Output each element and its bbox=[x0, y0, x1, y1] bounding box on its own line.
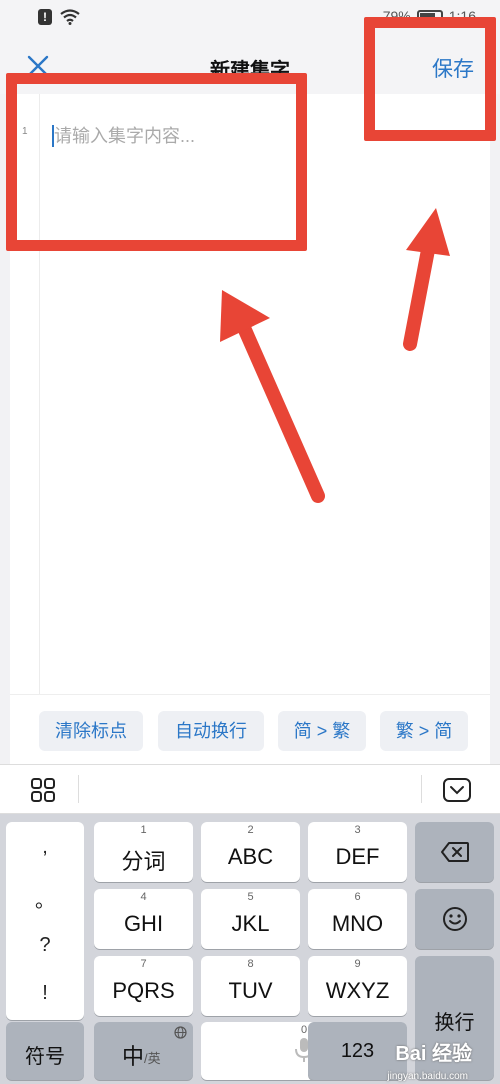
punct-key-comma[interactable]: , bbox=[6, 836, 84, 859]
enter-label: 换行 bbox=[434, 1012, 475, 1034]
key-num: 4 bbox=[140, 891, 147, 903]
keyboard-toolbar bbox=[0, 764, 500, 814]
key-label: TUV bbox=[228, 978, 273, 1003]
key-label: MNO bbox=[331, 911, 384, 936]
key-7[interactable]: 7 PQRS bbox=[94, 956, 193, 1016]
remove-punctuation-button[interactable]: 清除标点 bbox=[39, 711, 143, 751]
punct-key-exclaim[interactable]: ! bbox=[6, 982, 84, 1005]
auto-wrap-button[interactable]: 自动换行 bbox=[158, 711, 264, 751]
key-2[interactable]: 2 ABC bbox=[201, 822, 300, 882]
key-9[interactable]: 9 WXYZ bbox=[308, 956, 407, 1016]
grid-icon[interactable] bbox=[30, 777, 56, 803]
action-bar: 清除标点 自动换行 简 > 繁 繁 > 简 bbox=[10, 694, 490, 764]
key-num: 8 bbox=[247, 958, 254, 970]
key-num: 7 bbox=[140, 958, 147, 970]
traditional-to-simplified-button[interactable]: 繁 > 简 bbox=[380, 711, 468, 751]
language-key[interactable]: 中 /英 bbox=[94, 1022, 193, 1080]
globe-icon bbox=[174, 1026, 187, 1039]
key-label: WXYZ bbox=[325, 978, 390, 1003]
key-4[interactable]: 4 GHI bbox=[94, 889, 193, 949]
key-1[interactable]: 1 分词 bbox=[94, 822, 193, 882]
punct-key-question[interactable]: ? bbox=[6, 934, 84, 957]
key-5[interactable]: 5 JKL bbox=[201, 889, 300, 949]
key-num: 5 bbox=[247, 891, 254, 903]
symbols-label: 符号 bbox=[25, 1046, 65, 1068]
key-label: GHI bbox=[123, 911, 164, 936]
watermark-logo: Bai 经验 bbox=[395, 1043, 472, 1065]
key-num: 1 bbox=[140, 824, 147, 836]
key-num: 6 bbox=[354, 891, 361, 903]
wifi-icon bbox=[60, 9, 80, 25]
status-left: ! bbox=[38, 9, 80, 25]
highlight-box-editor bbox=[6, 73, 307, 251]
toolbar-divider bbox=[421, 775, 422, 803]
emoji-key[interactable] bbox=[415, 889, 494, 949]
alert-icon: ! bbox=[38, 9, 52, 25]
key-label: DEF bbox=[335, 844, 380, 869]
punct-key-period[interactable]: 。 bbox=[6, 884, 84, 913]
numbers-label: 123 bbox=[340, 1040, 375, 1062]
key-num: 2 bbox=[247, 824, 254, 836]
toolbar-divider bbox=[78, 775, 79, 803]
symbols-key[interactable]: 符号 bbox=[6, 1022, 84, 1080]
key-label: JKL bbox=[231, 911, 270, 936]
key-num: 3 bbox=[354, 824, 361, 836]
watermark-url: jingyan.baidu.com bbox=[387, 1071, 468, 1082]
key-label: 分词 bbox=[121, 849, 166, 874]
highlight-box-save bbox=[364, 17, 496, 141]
key-label: PQRS bbox=[112, 978, 175, 1003]
backspace-key[interactable] bbox=[415, 822, 494, 882]
lang-sub-label: /英 bbox=[144, 1051, 161, 1066]
lang-main-label: 中 bbox=[122, 1044, 145, 1069]
punctuation-column: , 。 ? ! bbox=[6, 822, 84, 1020]
key-6[interactable]: 6 MNO bbox=[308, 889, 407, 949]
key-num: 9 bbox=[354, 958, 361, 970]
keyboard-collapse-icon[interactable] bbox=[442, 777, 472, 803]
simplified-to-traditional-button[interactable]: 简 > 繁 bbox=[278, 711, 366, 751]
key-label: ABC bbox=[227, 844, 274, 869]
emoji-icon bbox=[442, 907, 467, 931]
backspace-icon bbox=[440, 842, 469, 862]
key-8[interactable]: 8 TUV bbox=[201, 956, 300, 1016]
key-3[interactable]: 3 DEF bbox=[308, 822, 407, 882]
